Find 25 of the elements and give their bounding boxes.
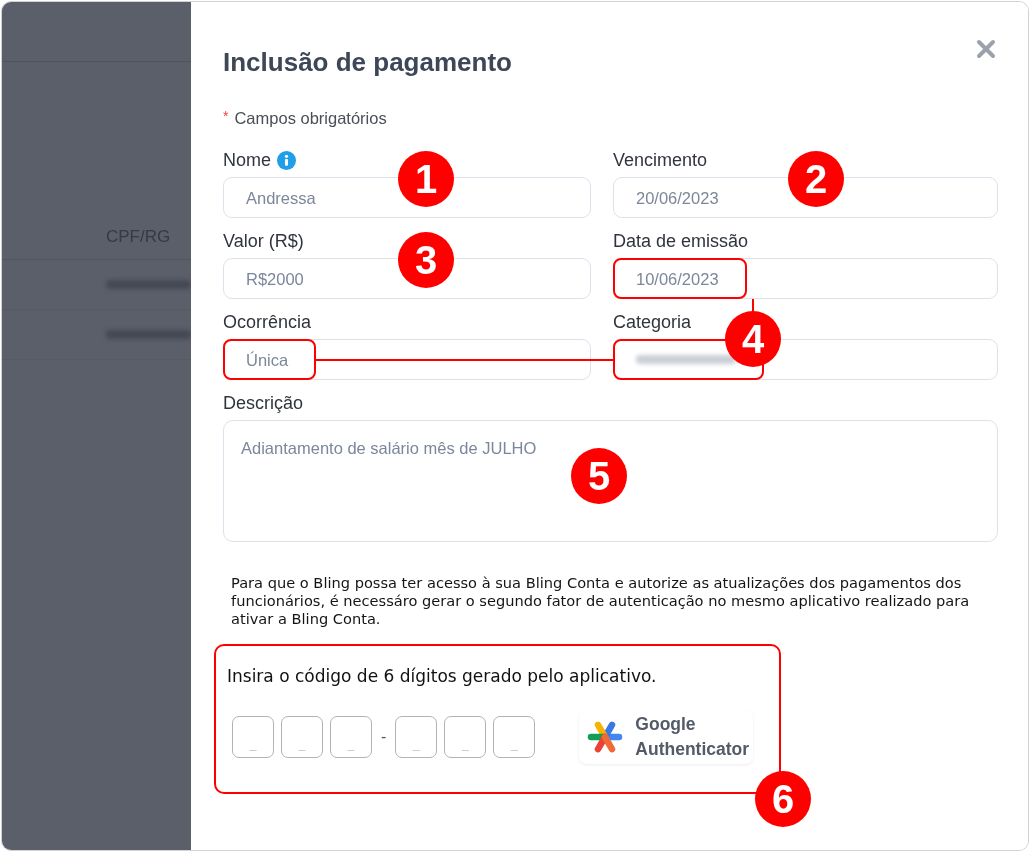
field-label: Descrição xyxy=(223,393,304,413)
callout-number: 4 xyxy=(725,311,781,367)
field-label: Categoria xyxy=(613,312,692,332)
connector-line xyxy=(752,299,754,313)
callout-number: 6 xyxy=(755,771,811,827)
close-button[interactable] xyxy=(976,39,996,59)
field-label: Data de emissão xyxy=(613,231,749,251)
badge-label: Google Authenticator xyxy=(635,713,750,761)
required-marker: * xyxy=(223,108,229,124)
text-field[interactable]: 10/06/2023 xyxy=(613,258,998,299)
dialog-title: Inclusão de pagamento xyxy=(223,46,512,79)
field-label: Ocorrência xyxy=(223,312,312,332)
callout-number: 1 xyxy=(398,151,454,207)
callout-number: 5 xyxy=(571,448,627,504)
asterisk-logo-icon xyxy=(587,719,624,755)
code-instruction: Insira o código de 6 dígitos gerado pelo aplicativo. xyxy=(227,666,658,686)
code-separator: - xyxy=(381,727,387,747)
close-icon xyxy=(976,39,996,59)
field-label: Valor (R$) xyxy=(223,231,304,251)
field-label: Nome xyxy=(223,150,271,170)
required-note: Campos obrigatórios xyxy=(234,108,387,128)
notice-text: Para que o Bling possa ter acesso à sua Bling Conta e autorize as atualizações dos pagamentos dos funcionários, é necessáro gerar o segundo fator de autenticação no mesmo aplicativo realizado para ativar a Bling Conta. xyxy=(231,574,971,628)
callout-number: 2 xyxy=(788,151,844,207)
field-label: Vencimento xyxy=(613,150,708,170)
callout-number: 3 xyxy=(398,232,454,288)
